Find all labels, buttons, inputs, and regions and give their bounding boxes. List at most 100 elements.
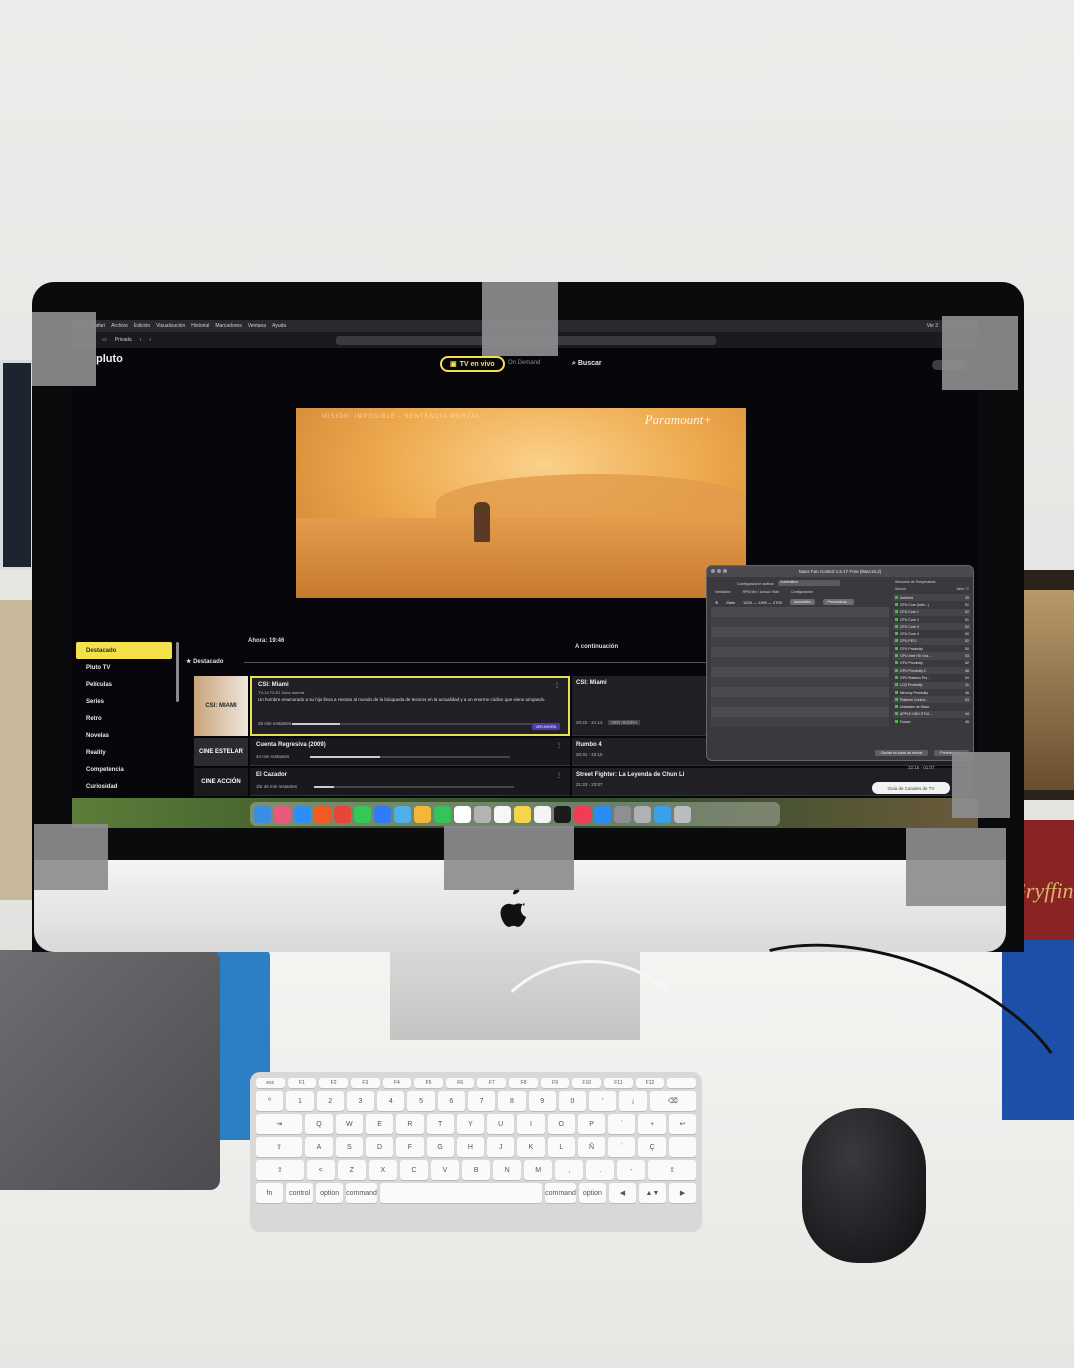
dock-icon-music[interactable] [574,805,591,823]
dock-icon-freeform[interactable] [534,805,551,823]
keyboard-key[interactable]: R [396,1114,424,1134]
dock-icon-maps[interactable] [394,805,411,823]
dock-icon-downloads[interactable] [654,805,671,823]
sensor-row[interactable]: CPU Core (Intel...) 51 [893,601,971,608]
keyboard-key[interactable]: F5 [414,1078,443,1088]
keyboard-key[interactable]: option [316,1183,344,1203]
keyboard-key[interactable]: M [524,1160,553,1180]
minimize-window-icon[interactable] [717,569,721,573]
dock-icon-calendar[interactable] [454,805,471,823]
menu-ventana[interactable]: Ventana [248,323,266,329]
keyboard-key[interactable]: Ç [638,1137,666,1157]
keyboard-key[interactable]: F8 [509,1078,538,1088]
sensor-row[interactable]: CPU Core 1 52 [893,608,971,616]
keyboard-key[interactable]: Y [456,1114,485,1134]
nav-tv-en-vivo[interactable]: ▣ TV en vivo [440,356,505,372]
sensor-row[interactable]: Ambient 30 [893,594,971,602]
nav-on-demand[interactable]: On Demand [508,360,540,366]
keyboard-key[interactable]: F7 [477,1078,507,1088]
menu-edicion[interactable]: Edición [134,323,150,329]
keyboard-key[interactable]: ⇧ [648,1160,697,1180]
sidebar-item-series[interactable]: Series [76,693,172,710]
program-cell[interactable]: Cuenta Regresiva (2009) 44 min restantes… [250,738,570,766]
keyboard-key[interactable] [668,1137,697,1157]
keyboard-key[interactable]: A [305,1137,333,1157]
sensor-row[interactable]: Unidades de Disco [893,703,971,710]
keyboard-key[interactable]: F10 [572,1078,602,1088]
back-icon[interactable]: ‹ [140,337,142,343]
keyboard-key[interactable]: control [286,1183,314,1203]
keyboard-key[interactable]: F12 [635,1078,665,1088]
dock-icon-brave[interactable] [314,805,331,823]
keyboard-key[interactable]: command [545,1183,576,1203]
keyboard-key[interactable]: ´ [608,1137,636,1157]
keyboard-key[interactable]: ' [589,1091,617,1111]
sensor-row[interactable]: GPU Intel HD Gra... 53 [893,652,971,660]
sidebar-item-pluto-tv[interactable]: Pluto TV [76,659,172,676]
menu-historial[interactable]: Historial [191,323,209,329]
mouse[interactable] [802,1108,926,1263]
sensor-row[interactable]: Fusion 45 [893,718,971,725]
keyboard-key[interactable]: ` [608,1114,636,1134]
keyboard-key[interactable]: F4 [382,1078,412,1088]
keyboard-key[interactable]: F11 [604,1078,633,1088]
keyboard-key[interactable]: 3 [346,1091,375,1111]
keyboard-key[interactable]: < [306,1160,335,1180]
dock-icon-facetime[interactable] [434,805,451,823]
keyboard-key[interactable]: Z [337,1160,366,1180]
dock-icon-app-store[interactable] [594,805,611,823]
sidebar-item-retro[interactable]: Retro [76,710,172,727]
sensor-row[interactable]: CPU PECI 52 [893,637,971,646]
sensor-row[interactable]: Platform Control... 53 [893,696,971,704]
sidebar-item-curiosidad[interactable]: Curiosidad [76,778,172,795]
keyboard-key[interactable] [379,1183,543,1203]
sensor-row[interactable]: GPU Radeon Pro... 54 [893,674,971,681]
sensor-row[interactable]: APPLE HDD ST10... 44 [893,710,971,719]
keyboard-key[interactable]: command [346,1183,377,1203]
forward-icon[interactable]: › [149,337,151,343]
sidebar-scrollbar[interactable] [176,642,179,702]
menu-ayuda[interactable]: Ayuda [272,323,286,329]
sensor-row[interactable]: CPU Core 2 51 [893,616,971,623]
fan-auto-button[interactable]: Automático [789,599,816,605]
pluto-logo[interactable]: pluto [96,353,123,365]
sensor-row[interactable]: Memory Proximity 46 [893,689,971,696]
sidebar-item-reality[interactable]: Reality [76,744,172,761]
keyboard-key[interactable]: option [578,1183,606,1203]
keyboard-key[interactable]: 4 [377,1091,405,1111]
fan-row-main[interactable]: ✲ Main 1200 — 1199 — 2700 Automático Per… [711,597,889,607]
keyboard-key[interactable]: 7 [467,1091,496,1111]
program-cell[interactable]: El Cazador 1hr 46 min restantes ⋮ [250,768,570,796]
keyboard-key[interactable]: F9 [540,1078,570,1088]
tv-guide-button[interactable]: Guía de Canales de TV [872,782,950,794]
keyboard-key[interactable]: ⇧ [256,1160,304,1180]
nav-search[interactable]: ⌕ Buscar [572,360,602,368]
keyboard-key[interactable]: I [517,1114,545,1134]
dock-icon-launchpad[interactable] [274,805,291,823]
sensor-row[interactable]: CPU Core 4 50 [893,630,971,637]
keyboard-key[interactable]: B [462,1160,491,1180]
dock-icon-finder[interactable] [254,805,271,823]
keyboard-key[interactable]: , [555,1160,584,1180]
keyboard-key[interactable]: H [456,1137,485,1157]
menu-archivo[interactable]: Archivo [111,323,128,329]
more-options-icon[interactable]: ⋮ [554,682,560,689]
watch-now-button[interactable]: VER AHORA [531,723,560,730]
keyboard-key[interactable]: + [638,1114,666,1134]
config-select[interactable]: Automática [778,580,841,586]
keyboard-key[interactable]: Q [305,1114,333,1134]
keyboard-key[interactable]: L [547,1137,575,1157]
keyboard-key[interactable]: F2 [319,1078,348,1088]
keyboard-key[interactable]: ▲▼ [638,1183,666,1203]
menu-visualizacion[interactable]: Visualización [156,323,185,329]
keyboard-key[interactable]: 1 [286,1091,314,1111]
keyboard-key[interactable]: 2 [316,1091,344,1111]
close-window-icon[interactable] [711,569,715,573]
keyboard-key[interactable]: E [365,1114,394,1134]
keyboard-key[interactable]: esc [256,1078,285,1088]
keyboard-key[interactable]: F6 [445,1078,475,1088]
menu-marcadores[interactable]: Marcadores [215,323,241,329]
keyboard-key[interactable]: ¡ [619,1091,647,1111]
keyboard-key[interactable]: 9 [528,1091,556,1111]
dock-icon-tv[interactable] [554,805,571,823]
